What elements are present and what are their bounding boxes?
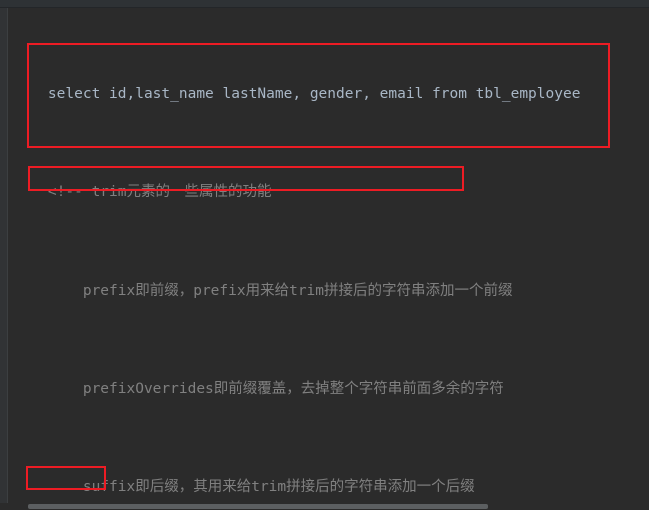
sql-select-statement: select id,last_name lastName, gender, em… <box>47 85 581 102</box>
code-line-1[interactable]: select id,last_name lastName, gender, em… <box>9 82 649 107</box>
comment-open-delimiter: <!-- <box>47 184 92 201</box>
code-text-area[interactable]: select id,last_name lastName, gender, em… <box>9 8 649 503</box>
code-line-3[interactable]: prefix即前缀，prefix用来给trim拼接后的字符串添加一个前缀 <box>9 279 649 304</box>
horizontal-scrollbar-thumb[interactable] <box>28 504 488 509</box>
comment-text: trim元素的一些属性的功能 <box>91 184 272 201</box>
comment-text: prefixOverrides即前缀覆盖，去掉整个字符串前面多余的字符 <box>82 380 504 397</box>
comment-text: suffix即后缀，其用来给trim拼接后的字符串添加一个后缀 <box>82 479 475 496</box>
editor-line-number-gutter <box>0 8 8 503</box>
code-editor-window: select id,last_name lastName, gender, em… <box>0 0 649 510</box>
code-line-4[interactable]: prefixOverrides即前缀覆盖，去掉整个字符串前面多余的字符 <box>9 377 649 402</box>
code-line-5[interactable]: suffix即后缀，其用来给trim拼接后的字符串添加一个后缀 <box>9 475 649 500</box>
code-line-2[interactable]: <!-- trim元素的一些属性的功能 <box>9 180 649 205</box>
editor-toolbar-strip <box>0 0 649 8</box>
horizontal-scrollbar-track[interactable] <box>0 503 649 510</box>
comment-text: prefix即前缀，prefix用来给trim拼接后的字符串添加一个前缀 <box>82 282 513 299</box>
